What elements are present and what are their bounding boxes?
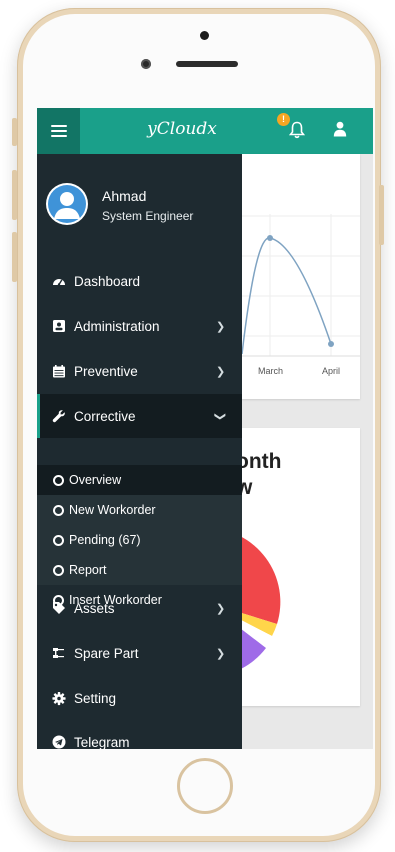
wrench-icon xyxy=(52,409,66,423)
avatar[interactable] xyxy=(46,183,88,225)
x-tick-label: April xyxy=(322,366,341,376)
chevron-right-icon: ❯ xyxy=(216,647,226,660)
phone-mute-switch xyxy=(12,118,17,146)
submenu-item-overview[interactable]: Overview xyxy=(37,465,242,495)
sidebar-item-administration[interactable]: Administration ❯ xyxy=(37,304,242,348)
app-logo: yCloudx xyxy=(147,119,217,139)
sidebar-item-label: Corrective xyxy=(74,408,136,424)
telegram-icon xyxy=(52,735,66,749)
hamburger-icon xyxy=(50,125,67,137)
chart-point xyxy=(328,341,334,347)
proximity-sensor xyxy=(141,59,151,69)
top-bar: yCloudx ! xyxy=(37,108,373,154)
sidebar-item-assets[interactable]: Assets ❯ xyxy=(37,586,242,630)
sidebar-item-preventive[interactable]: Preventive ❯ xyxy=(37,349,242,393)
chart-point xyxy=(267,235,273,241)
phone-volume-up xyxy=(12,170,17,220)
sidebar-item-label: Administration xyxy=(74,318,160,334)
sidebar-item-label: Assets xyxy=(74,600,115,616)
home-button[interactable] xyxy=(177,758,233,814)
sidebar-item-label: Spare Part xyxy=(74,645,139,661)
submenu-item-label: Report xyxy=(69,563,107,577)
circle-icon xyxy=(53,564,64,576)
user-avatar-icon xyxy=(48,185,86,223)
submenu-item-pending[interactable]: Pending (67) xyxy=(37,525,242,555)
chevron-right-icon: ❯ xyxy=(216,602,226,615)
chevron-right-icon: ❯ xyxy=(216,365,226,378)
profile-role: System Engineer xyxy=(102,209,194,223)
pie-chart xyxy=(242,537,281,669)
submenu-item-label: Pending (67) xyxy=(69,533,141,547)
phone-volume-down xyxy=(12,232,17,282)
sidebar-item-spare-part[interactable]: Spare Part ❯ xyxy=(37,631,242,675)
chevron-right-icon: ❯ xyxy=(216,320,226,333)
sidebar-item-label: Dashboard xyxy=(74,273,141,289)
sidebar-item-label: Telegram xyxy=(74,734,130,750)
pie-chart-card: onth w xyxy=(236,428,360,706)
line-chart-card: March April xyxy=(242,154,360,399)
dashboard-icon xyxy=(52,274,66,288)
circle-icon xyxy=(53,504,64,516)
corrective-submenu: Overview New Workorder Pending (67) Repo… xyxy=(37,465,242,607)
phone-power-button xyxy=(379,185,384,245)
sidebar-item-dashboard[interactable]: Dashboard xyxy=(37,259,242,303)
chevron-down-icon: ❯ xyxy=(214,411,227,421)
submenu-item-label: Overview xyxy=(69,473,122,487)
circle-icon xyxy=(53,474,64,486)
sidebar: Ahmad System Engineer Dashboard Administ… xyxy=(37,154,242,749)
menu-toggle-button[interactable] xyxy=(37,108,80,154)
line-chart xyxy=(242,214,360,357)
sidebar-item-label: Preventive xyxy=(74,363,138,379)
x-tick-label: March xyxy=(258,366,284,376)
calendar-icon xyxy=(52,364,66,378)
spare-part-icon xyxy=(52,646,66,660)
profile-name: Ahmad xyxy=(102,188,147,204)
sidebar-item-telegram[interactable]: Telegram xyxy=(37,720,242,749)
submenu-item-new-workorder[interactable]: New Workorder xyxy=(37,495,242,525)
user-icon[interactable] xyxy=(333,121,347,137)
app-screen: yCloudx ! March April onth w Ahmad Syste… xyxy=(37,108,373,749)
bell-icon[interactable] xyxy=(289,121,305,139)
gear-icon xyxy=(52,691,66,705)
tag-icon xyxy=(52,601,66,615)
sidebar-item-corrective[interactable]: Corrective ❯ xyxy=(37,394,242,438)
sidebar-item-setting[interactable]: Setting xyxy=(37,676,242,720)
earpiece-speaker xyxy=(176,61,238,67)
submenu-item-report[interactable]: Report xyxy=(37,555,242,585)
front-camera xyxy=(200,31,209,40)
circle-icon xyxy=(53,534,64,546)
id-card-icon xyxy=(52,319,66,333)
submenu-item-label: New Workorder xyxy=(69,503,156,517)
sidebar-item-label: Setting xyxy=(74,690,117,706)
